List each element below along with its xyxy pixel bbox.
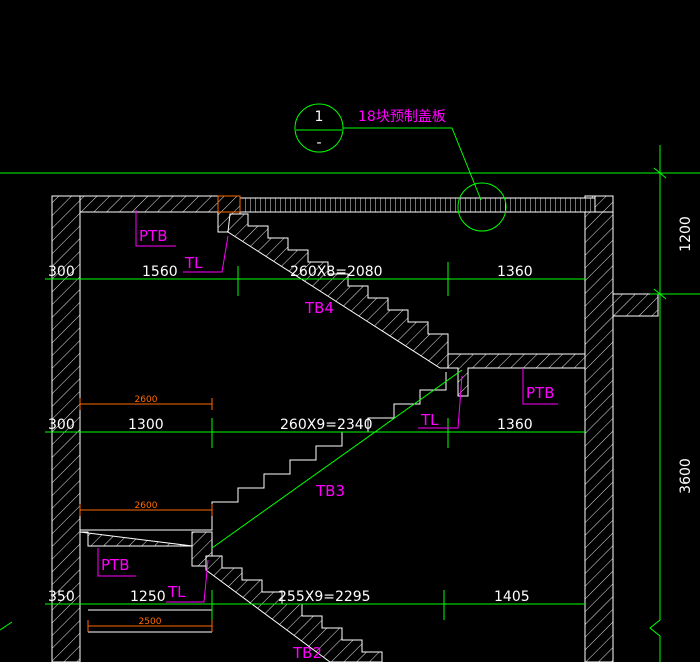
lower-left-landing [79,531,213,567]
small-dim-3: 2500 [139,617,162,627]
row2-c: 260X9=2340 [280,417,373,433]
precast-cover-slab [239,195,614,213]
stair-section-drawing: 1 - 18块预制盖板 1200 3600 300 1560 260X8=208… [0,103,700,662]
row1-d: 1360 [497,264,533,280]
callout-sub: - [316,135,321,151]
right-wall [584,195,700,662]
row2-b: 1300 [128,417,164,433]
row3-a: 350 [48,589,75,605]
callout-number: 1 [315,109,324,125]
row1-c: 260X8=2080 [290,264,383,280]
row1-b: 1560 [142,264,178,280]
label-tl-top: TL [184,254,203,272]
label-ptb-right: PTB [526,384,555,402]
row2-a: 300 [48,417,75,433]
row3-d: 1405 [494,589,530,605]
flight-tb4 [227,213,586,369]
dim-right-lower: 3600 [678,458,694,494]
row3-b: 1250 [130,589,166,605]
row2-d: 1360 [497,417,533,433]
middle-landing-right [447,353,586,397]
label-ptb-bottom: PTB [101,556,130,574]
row1-a: 300 [48,264,75,280]
label-ptb-top: PTB [139,227,168,245]
left-landing-2600-lower [79,509,213,531]
tb3-leader-line [211,369,463,549]
label-tb3: TB3 [315,482,345,500]
row3-c: 255X9=2295 [278,589,371,605]
callout-note: 18块预制盖板 [358,109,446,125]
label-tl-mid: TL [420,411,439,429]
dim-right-upper: 1200 [678,216,694,252]
label-tb4: TB4 [304,299,334,317]
label-tl-bottom: TL [167,583,186,601]
top-slab-left [79,195,241,213]
label-tb2: TB2 [292,644,322,662]
small-dim-1: 2600 [135,395,158,405]
small-dim-2: 2600 [135,501,158,511]
